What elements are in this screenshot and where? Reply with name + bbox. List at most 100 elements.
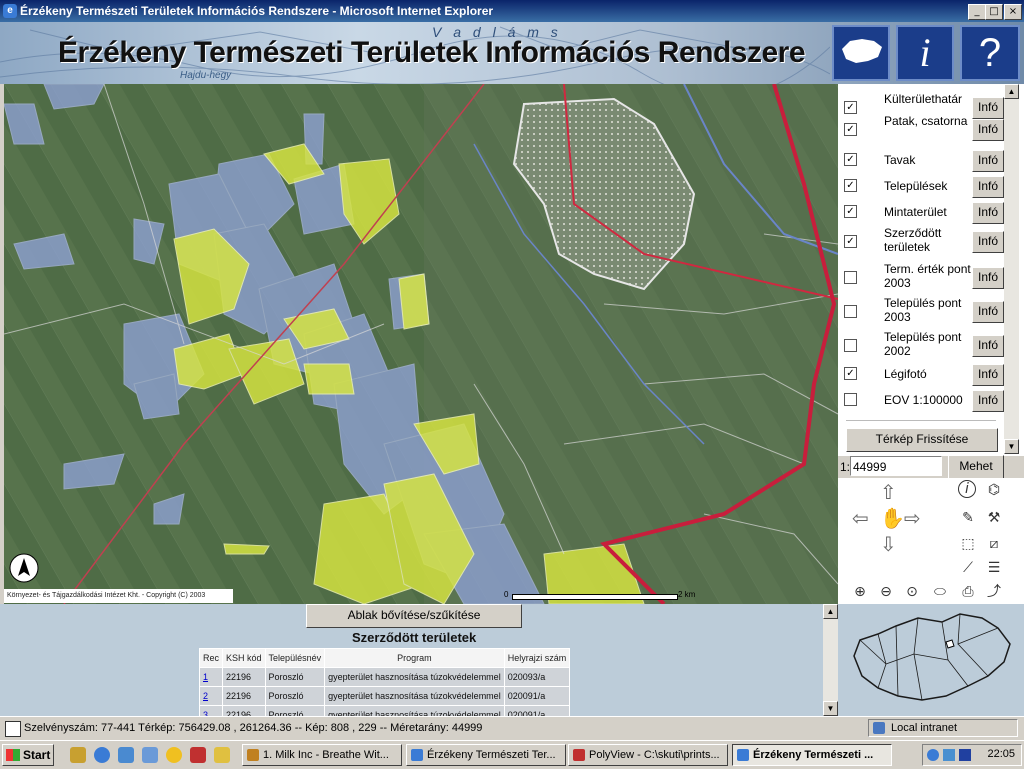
layer-checkbox[interactable]	[844, 305, 857, 318]
pan-north-icon[interactable]: ⇧	[880, 480, 897, 504]
layer-label: Mintaterület	[884, 205, 947, 219]
layer-info-button[interactable]: Infó	[972, 150, 1004, 172]
window-title-bar[interactable]: e Érzékeny Természeti Területek Informác…	[0, 0, 1024, 22]
taskbar-button[interactable]: 1. Milk Inc - Breathe Wit...	[242, 744, 402, 766]
tray-icon[interactable]	[927, 749, 939, 761]
faucet-icon[interactable]: ⚒	[984, 508, 1004, 528]
layer-checkbox[interactable]	[844, 271, 857, 284]
maximize-button[interactable]: □	[985, 4, 1003, 20]
results-table: Rec KSH kód Településnév Program Helyrajzi s…	[198, 648, 571, 725]
network-icon[interactable]	[943, 749, 955, 761]
app-icon-2[interactable]	[214, 747, 230, 763]
go-button[interactable]: Mehet	[948, 455, 1004, 479]
scale-input[interactable]: 44999	[850, 456, 942, 476]
layer-checkbox[interactable]: ✓	[844, 123, 857, 136]
select-box-icon[interactable]: ⬚	[958, 534, 978, 554]
list-icon[interactable]: ☰	[984, 558, 1004, 578]
layer-label: Tavak	[884, 153, 916, 167]
scroll-down-icon[interactable]: ▼	[1004, 439, 1019, 454]
clock: 22:05	[987, 748, 1015, 760]
north-arrow-icon	[16, 552, 32, 568]
measure-icon[interactable]: ⟋	[958, 558, 978, 578]
layer-checkbox[interactable]: ✓	[844, 367, 857, 380]
layer-info-button[interactable]: Infó	[972, 390, 1004, 412]
zoom-out-icon[interactable]: ⊖	[876, 582, 896, 602]
scale-bar-line	[512, 594, 678, 600]
link-icon[interactable]: ⤴	[984, 582, 1004, 602]
windows-logo-icon	[6, 749, 20, 761]
hungary-map-button[interactable]	[832, 25, 890, 81]
ie-icon[interactable]	[94, 747, 110, 763]
table-header-row: Rec KSH kód Településnév Program Helyrajzi s…	[198, 648, 571, 668]
pan-map-icon[interactable]: ⬭	[930, 582, 950, 602]
binoculars-icon[interactable]: ⌬	[984, 480, 1004, 500]
zoom-in-icon[interactable]: ⊕	[850, 582, 870, 602]
layer-info-button[interactable]: Infó	[972, 176, 1004, 198]
status-text: Szelvényszám: 77-441 Térkép: 756429.08 ,…	[24, 722, 483, 734]
layer-panel-scrollbar[interactable]: ▲ ▼	[1004, 84, 1019, 454]
print-icon[interactable]: ⎙	[958, 582, 978, 602]
layer-info-button[interactable]: Infó	[972, 119, 1004, 141]
layer-checkbox[interactable]: ✓	[844, 101, 857, 114]
layer-label: Település pont 2002	[884, 330, 962, 358]
layer-checkbox[interactable]	[844, 339, 857, 352]
overview-map[interactable]	[838, 604, 1024, 716]
column-header: Program	[324, 648, 505, 668]
layer-row: ✓ Tavak Infó	[838, 150, 1004, 172]
edit-icon[interactable]: ✎	[958, 508, 978, 528]
quick-launch	[70, 747, 230, 763]
minimize-button[interactable]: _	[968, 4, 986, 20]
map-view[interactable]	[4, 84, 838, 604]
taskbar-button[interactable]: PolyView - C:\skuti\prints...	[568, 744, 728, 766]
zoom-full-icon[interactable]: ⊙	[902, 582, 922, 602]
map-tools: ⇧ ⇦ ✋ ⇨ ⇩ i ⌬ ✎ ⚒ ⬚ ⧄ ⟋ ☰ ⊕ ⊖ ⊙ ⬭ ⎙ ⤴	[838, 478, 1024, 604]
expand-window-button[interactable]: Ablak bővítése/szűkítése	[306, 604, 522, 628]
scale-prefix: 1:	[840, 460, 851, 474]
table-cell[interactable]: 1	[198, 667, 224, 687]
scroll-up-icon[interactable]: ▲	[1004, 84, 1019, 99]
eraser-icon[interactable]: ⧄	[984, 534, 1004, 554]
media-icon[interactable]	[166, 747, 182, 763]
record-link[interactable]: 2	[203, 691, 208, 701]
refresh-map-button[interactable]: Térkép Frissítése	[846, 428, 998, 452]
app-icon[interactable]	[190, 747, 206, 763]
table-cell: 020093/a	[503, 667, 571, 687]
identify-icon[interactable]: i	[958, 480, 976, 498]
layer-info-button[interactable]: Infó	[972, 231, 1004, 253]
pan-west-icon[interactable]: ⇦	[852, 506, 869, 530]
layer-checkbox[interactable]: ✓	[844, 179, 857, 192]
layer-checkbox[interactable]	[844, 393, 857, 406]
layer-info-button[interactable]: Infó	[972, 301, 1004, 323]
layer-row: ✓ Légifotó Infó	[838, 364, 1004, 386]
status-bar: Szelvényszám: 77-441 Térkép: 756429.08 ,…	[0, 716, 1024, 739]
desktop-icon[interactable]	[118, 747, 134, 763]
scroll-down-icon[interactable]: ▼	[823, 701, 838, 716]
results-scrollbar[interactable]: ▲ ▼	[823, 604, 838, 716]
shield-icon[interactable]	[959, 749, 971, 761]
start-button[interactable]: Start	[2, 744, 54, 766]
help-button[interactable]: ?	[960, 25, 1020, 81]
layer-info-button[interactable]: Infó	[972, 267, 1004, 289]
quick-launch-icon[interactable]	[70, 747, 86, 763]
pan-east-icon[interactable]: ⇨	[904, 506, 921, 530]
record-link[interactable]: 1	[203, 672, 208, 682]
pan-hand-icon[interactable]: ✋	[880, 506, 905, 530]
scroll-up-icon[interactable]: ▲	[823, 604, 838, 619]
taskbar-button[interactable]: Érzékeny Természeti Ter...	[406, 744, 566, 766]
table-cell[interactable]: 2	[198, 686, 224, 706]
table-row: 2 22196 Poroszló gyepterület hasznosítása t…	[198, 686, 571, 706]
layer-checkbox[interactable]: ✓	[844, 205, 857, 218]
intranet-icon	[873, 722, 885, 734]
layer-checkbox[interactable]: ✓	[844, 235, 857, 248]
layer-label: Patak, csatorna	[884, 114, 968, 128]
layer-info-button[interactable]: Infó	[972, 202, 1004, 224]
taskbar-button[interactable]: Érzékeny Természeti ...	[732, 744, 892, 766]
layer-info-button[interactable]: Infó	[972, 335, 1004, 357]
messenger-icon[interactable]	[142, 747, 158, 763]
close-button[interactable]: ×	[1004, 4, 1022, 20]
pan-south-icon[interactable]: ⇩	[880, 532, 897, 556]
layer-checkbox[interactable]: ✓	[844, 153, 857, 166]
info-button[interactable]: i	[896, 25, 954, 81]
layer-info-button[interactable]: Infó	[972, 364, 1004, 386]
layer-row: EOV 1:100000 Infó	[838, 390, 1004, 412]
